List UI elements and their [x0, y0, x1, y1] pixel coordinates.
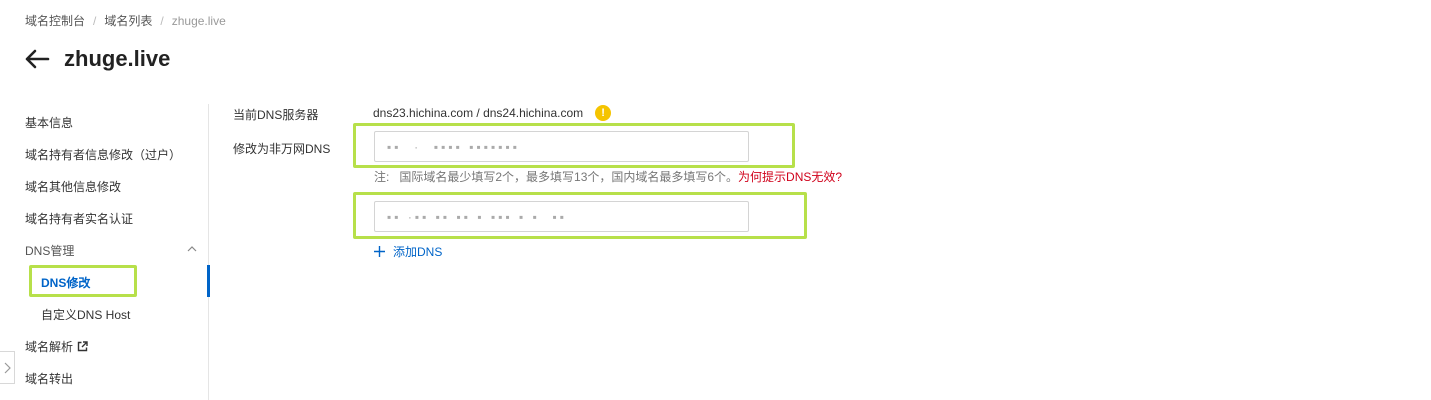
- current-dns-label: 当前DNS服务器: [233, 108, 319, 122]
- sidebar-item-realname-auth[interactable]: 域名持有者实名认证: [25, 210, 133, 227]
- sidebar-item-custom-dns-host[interactable]: 自定义DNS Host: [41, 306, 130, 323]
- dns-input-2[interactable]: [374, 201, 749, 232]
- change-dns-label: 修改为非万网DNS: [233, 142, 331, 156]
- sidebar-item-owner-change[interactable]: 域名持有者信息修改（过户）: [25, 146, 181, 163]
- page-title: zhuge.live: [64, 46, 171, 71]
- note-text: 国际域名最少填写2个，最多填写13个，国内域名最多填写6个。: [399, 170, 739, 184]
- dns-note: 注: 国际域名最少填写2个，最多填写13个，国内域名最多填写6个。为何提示DNS无…: [374, 168, 842, 185]
- note-prefix: 注:: [374, 170, 390, 184]
- sidebar-active-indicator: [207, 265, 210, 297]
- sidebar-collapse-toggle[interactable]: [0, 351, 15, 384]
- invalid-dns-help-link[interactable]: 为何提示DNS无效?: [738, 170, 842, 184]
- sidebar-item-basic-info[interactable]: 基本信息: [25, 114, 73, 131]
- page-header: zhuge.live: [24, 46, 170, 72]
- breadcrumb-current: zhuge.live: [171, 13, 226, 28]
- current-dns-value: dns23.hichina.com / dns24.hichina.com !: [373, 105, 612, 121]
- add-dns-button[interactable]: 添加DNS: [374, 243, 442, 260]
- dns-input-1[interactable]: [374, 131, 749, 162]
- sidebar-item-dns-management[interactable]: DNS管理: [25, 242, 74, 259]
- add-dns-label: 添加DNS: [393, 245, 443, 259]
- breadcrumb: 域名控制台 / 域名列表 / zhuge.live: [25, 12, 226, 29]
- sidebar-divider: [208, 104, 209, 400]
- chevron-right-icon: [4, 362, 11, 373]
- breadcrumb-separator: /: [93, 13, 97, 28]
- sidebar-item-domain-resolve[interactable]: 域名解析: [25, 338, 88, 355]
- sidebar-item-domain-transfer[interactable]: 域名转出: [25, 370, 73, 387]
- breadcrumb-console[interactable]: 域名控制台: [25, 12, 85, 29]
- sidebar-item-label: 域名解析: [25, 340, 74, 354]
- sidebar-item-dns-modify[interactable]: DNS修改: [41, 274, 90, 291]
- arrow-left-icon[interactable]: [24, 48, 50, 70]
- warning-icon[interactable]: !: [595, 105, 612, 121]
- chevron-up-icon[interactable]: [187, 245, 197, 253]
- plus-icon: [374, 246, 385, 257]
- sidebar-item-other-info[interactable]: 域名其他信息修改: [25, 178, 121, 195]
- current-dns-servers: dns23.hichina.com / dns24.hichina.com: [373, 106, 584, 120]
- breadcrumb-separator: /: [160, 13, 164, 28]
- breadcrumb-domain-list[interactable]: 域名列表: [104, 12, 152, 29]
- external-link-icon: [77, 341, 88, 352]
